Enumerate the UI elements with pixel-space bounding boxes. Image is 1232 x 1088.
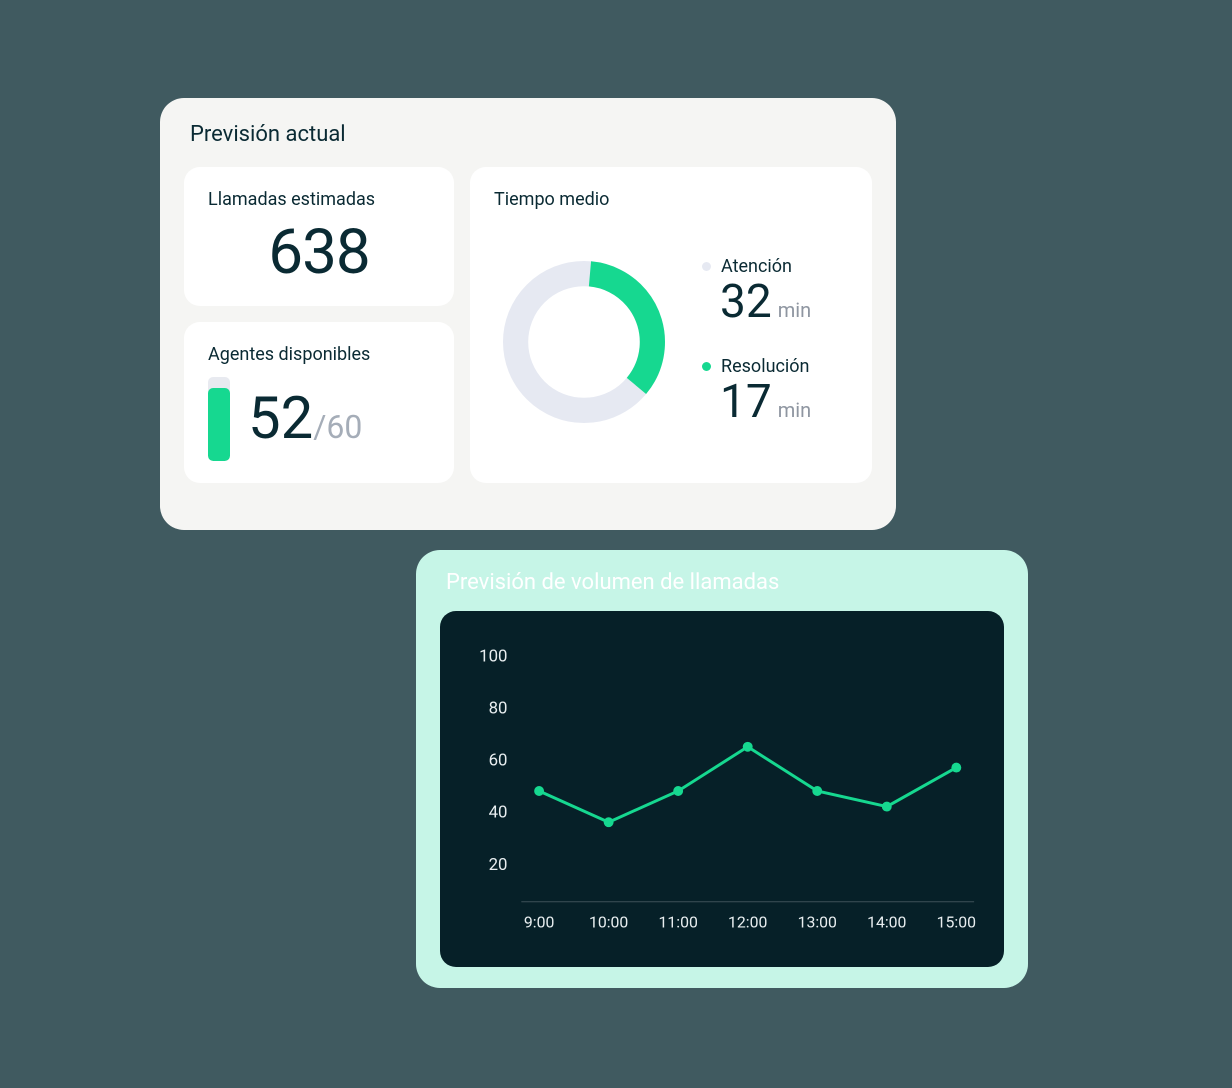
metrics-row: Llamadas estimadas 638 Agentes disponibl… <box>184 167 872 483</box>
agents-total: /60 <box>313 408 362 446</box>
legend-resolution-value-row: 17min <box>702 377 811 428</box>
chart-point <box>812 786 822 796</box>
y-axis-labels: 20 40 60 80 100 <box>479 647 507 875</box>
x-axis-labels: 9:00 10:00 11:00 12:00 13:00 14:00 15:00 <box>524 912 976 931</box>
volume-card: Previsión de volumen de llamadas 20 40 60 8… <box>416 550 1028 988</box>
legend-attention-label: Atención <box>721 256 792 277</box>
x-tick-label: 11:00 <box>658 912 697 931</box>
legend-resolution: Resolución 17min <box>702 356 811 428</box>
legend-resolution-label: Resolución <box>721 356 810 377</box>
legend-resolution-label-row: Resolución <box>702 356 811 377</box>
y-tick-label: 100 <box>479 647 507 667</box>
y-tick-label: 20 <box>489 855 508 875</box>
donut-svg <box>494 252 674 432</box>
legend-resolution-value: 17 <box>720 375 772 429</box>
avg-time-label: Tiempo medio <box>494 189 848 210</box>
chart-point <box>882 802 892 812</box>
agents-value: 52 <box>248 385 313 453</box>
legend-attention-unit: min <box>778 298 811 322</box>
avg-time-tile: Tiempo medio Atención 32m <box>470 167 872 483</box>
legend-attention-value-row: 32min <box>702 277 811 328</box>
legend-attention: Atención 32min <box>702 256 811 328</box>
chart-point <box>951 763 961 773</box>
estimated-calls-label: Llamadas estimadas <box>208 189 430 210</box>
available-agents-tile: Agentes disponibles 52/60 <box>184 322 454 483</box>
legend-resolution-dot <box>702 362 711 371</box>
forecast-title: Previsión actual <box>184 122 872 147</box>
agents-bar-fill <box>208 388 230 461</box>
avg-time-legend: Atención 32min Resolución 17min <box>702 256 811 427</box>
y-tick-label: 40 <box>489 803 508 823</box>
agents-bar <box>208 377 230 461</box>
volume-title: Previsión de volumen de llamadas <box>440 570 1004 595</box>
chart-points <box>534 742 961 827</box>
donut-chart <box>494 252 674 432</box>
avg-time-content: Atención 32min Resolución 17min <box>494 222 848 461</box>
y-tick-label: 80 <box>489 699 508 719</box>
x-tick-label: 9:00 <box>524 912 554 931</box>
x-tick-label: 10:00 <box>589 912 628 931</box>
chart-point <box>743 742 753 752</box>
x-tick-label: 15:00 <box>937 912 976 931</box>
metrics-left-col: Llamadas estimadas 638 Agentes disponibl… <box>184 167 454 483</box>
x-tick-label: 13:00 <box>798 912 837 931</box>
agents-row: 52/60 <box>208 377 430 461</box>
legend-attention-value: 32 <box>720 275 772 329</box>
x-tick-label: 12:00 <box>728 912 767 931</box>
x-tick-label: 14:00 <box>867 912 906 931</box>
chart-point <box>673 786 683 796</box>
forecast-card: Previsión actual Llamadas estimadas 638 … <box>160 98 896 530</box>
legend-attention-label-row: Atención <box>702 256 811 277</box>
volume-chart-svg: 20 40 60 80 100 9:00 10:00 11:00 12:00 13:00 14:0… <box>460 631 984 951</box>
legend-attention-dot <box>702 262 711 271</box>
y-tick-label: 60 <box>489 751 508 771</box>
chart-point <box>534 786 544 796</box>
agents-value-wrap: 52/60 <box>248 390 362 448</box>
chart-point <box>604 817 614 827</box>
estimated-calls-value: 638 <box>208 222 430 284</box>
legend-resolution-unit: min <box>778 398 811 422</box>
available-agents-label: Agentes disponibles <box>208 344 430 365</box>
volume-chart-panel: 20 40 60 80 100 9:00 10:00 11:00 12:00 13:00 14:0… <box>440 611 1004 967</box>
estimated-calls-tile: Llamadas estimadas 638 <box>184 167 454 306</box>
chart-line <box>539 747 956 822</box>
